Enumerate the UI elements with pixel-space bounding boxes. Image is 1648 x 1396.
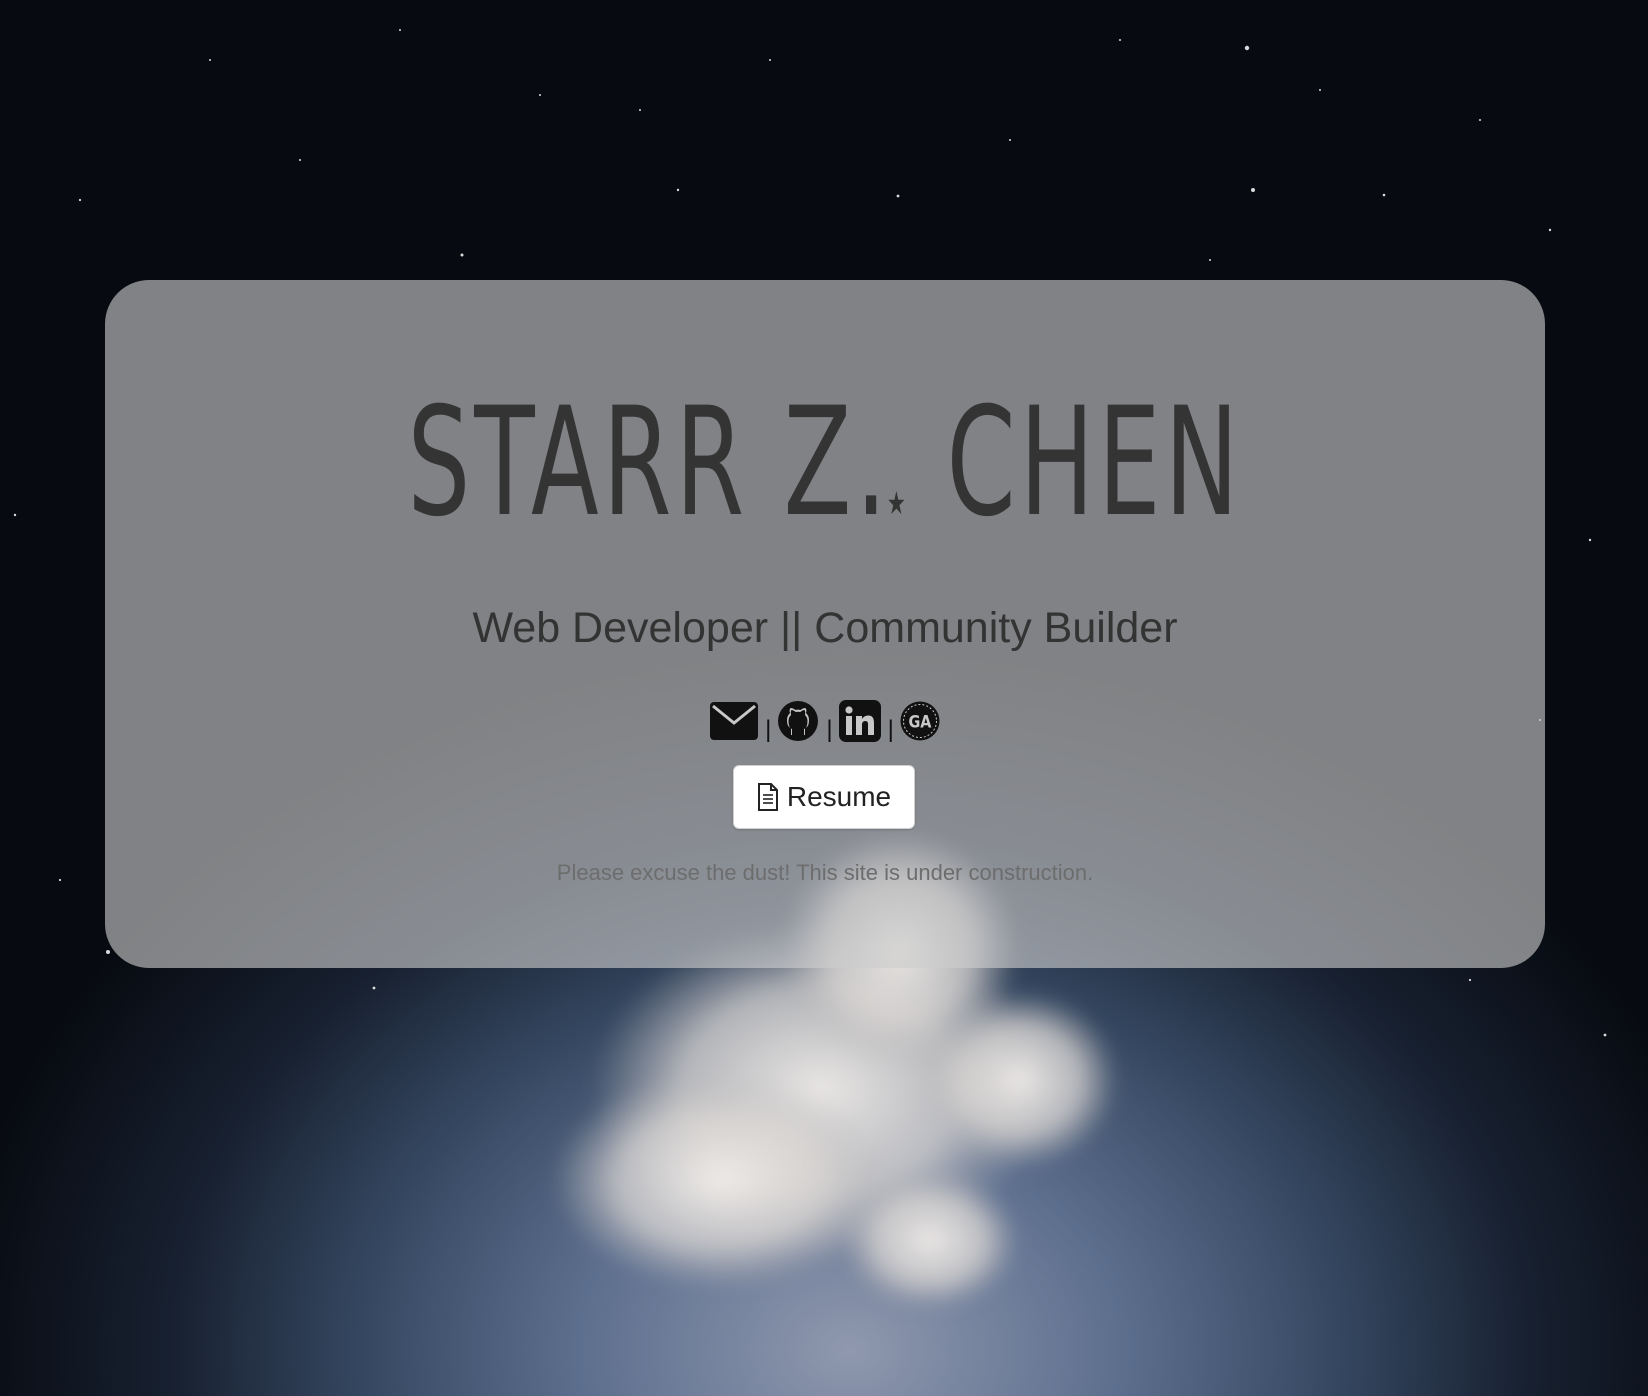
github-icon [778,701,819,741]
resume-label: Resume [786,781,892,812]
general-assembly-icon: GA [900,701,940,741]
linkedin-link[interactable] [838,698,881,744]
github-link[interactable] [777,698,819,744]
star-icon: ★ [886,484,906,522]
envelope-icon [710,702,759,740]
tagline: Web Developer || Community Builder [472,604,1178,652]
separator: | [765,716,772,743]
construction-notice: Please excuse the dust! This site is und… [556,860,1094,885]
linkedin-icon [838,700,881,742]
general-assembly-link[interactable]: GA [900,698,940,744]
resume-button[interactable]: Resume [733,765,915,829]
name-first: STARR Z [407,376,856,550]
social-links: | | | GA [105,698,1545,744]
svg-text:GA: GA [908,711,932,731]
document-icon [757,783,778,811]
page-title: STARR Z.★ CHEN [350,378,1300,548]
intro-card: STARR Z.★ CHEN Web Developer || Communit… [105,280,1545,968]
separator: | [887,716,894,743]
name-dot: . [855,376,891,550]
separator: | [826,716,833,743]
email-link[interactable] [710,698,759,744]
name-last: CHEN [911,376,1243,550]
